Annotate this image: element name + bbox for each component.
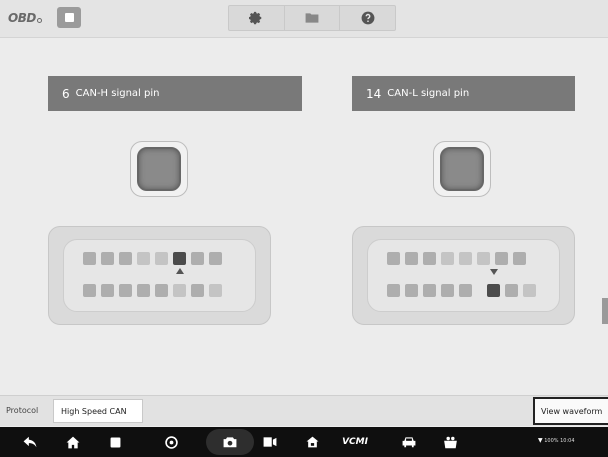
connector-pin (209, 284, 222, 297)
connector-pin (405, 252, 418, 265)
folder-icon (305, 13, 319, 23)
status-indicators: ▼ 100% 10:04 (538, 437, 575, 444)
display-button[interactable] (260, 427, 280, 457)
connector-pin (523, 284, 536, 297)
shop-icon (443, 436, 457, 448)
help-icon (361, 11, 375, 25)
home-button[interactable] (63, 427, 83, 457)
home-icon (66, 436, 80, 448)
connector-pin-active (487, 284, 500, 297)
can-l-connector-diagram (352, 226, 575, 325)
camera-button[interactable] (220, 427, 240, 457)
pin-pointer-icon (490, 269, 498, 275)
folder-button[interactable] (285, 6, 341, 30)
connector-pin (119, 284, 132, 297)
can-h-indicator-lamp (137, 147, 181, 191)
top-bar: OBD (0, 0, 608, 38)
can-h-pin-header: 6 CAN-H signal pin (48, 76, 302, 111)
connector-pin (83, 252, 96, 265)
can-l-pin-label: CAN-L signal pin (387, 88, 470, 99)
can-h-status-indicator (130, 141, 188, 197)
camera-icon (223, 437, 237, 448)
back-button[interactable] (20, 427, 40, 457)
view-waveform-button[interactable]: View waveform (533, 397, 608, 425)
stop-icon (65, 13, 74, 22)
display-icon (263, 437, 277, 447)
connector-pin (423, 252, 436, 265)
connector-pin (387, 284, 400, 297)
car-button[interactable] (399, 427, 419, 457)
obd-screen: OBD 6 CAN-H signal pin 14 CAN-L signal p… (0, 0, 608, 457)
can-h-pin-label: CAN-H signal pin (75, 88, 160, 99)
protocol-value: High Speed CAN (53, 399, 143, 423)
connector-pin (137, 284, 150, 297)
connector-pin (441, 252, 454, 265)
connector-pin (173, 284, 186, 297)
connector-pin (513, 252, 526, 265)
can-l-indicator-lamp (440, 147, 484, 191)
connector-pin (209, 252, 222, 265)
vcmi-button[interactable]: VCMI (340, 427, 370, 457)
obd-connector-body (367, 239, 560, 312)
status-text: 100% 10:04 (544, 438, 575, 444)
connector-pin (459, 252, 472, 265)
shop-button[interactable] (440, 427, 460, 457)
connector-pin (505, 284, 518, 297)
help-button[interactable] (340, 6, 395, 30)
vehicle-home-button[interactable] (302, 427, 322, 457)
vcmi-icon: VCMI (342, 437, 368, 447)
connector-pin (387, 252, 400, 265)
settings-button[interactable] (229, 6, 285, 30)
browser-icon (164, 435, 178, 449)
connector-pin (477, 252, 490, 265)
side-panel-handle[interactable] (602, 298, 608, 324)
protocol-bar: Protocol High Speed CAN View waveform (0, 395, 608, 426)
connector-pin (155, 252, 168, 265)
connector-pin (101, 284, 114, 297)
can-l-status-indicator (433, 141, 491, 197)
connector-pin (191, 252, 204, 265)
system-nav-bar: VCMI ▼ 100% 10:04 (0, 427, 608, 457)
connector-pin (423, 284, 436, 297)
car-icon (402, 437, 416, 448)
obd-connector-body (63, 239, 256, 312)
browser-button[interactable] (161, 427, 181, 457)
connector-pin (83, 284, 96, 297)
protocol-label: Protocol (6, 406, 39, 415)
wifi-icon: ▼ (538, 437, 543, 444)
connector-pin (137, 252, 150, 265)
connector-pin (191, 284, 204, 297)
recent-apps-icon (110, 437, 120, 447)
gear-icon (249, 11, 262, 25)
connector-pin (119, 252, 132, 265)
recent-apps-button[interactable] (105, 427, 125, 457)
stop-button[interactable] (57, 7, 81, 28)
connector-pin (495, 252, 508, 265)
connector-pin (155, 284, 168, 297)
connector-pin (101, 252, 114, 265)
connector-pin-active (173, 252, 186, 265)
obd-logo-icon (36, 18, 42, 23)
back-icon (23, 436, 37, 448)
can-h-pin-number: 6 (62, 86, 70, 101)
obd-logo: OBD (8, 11, 42, 25)
can-l-pin-number: 14 (366, 86, 382, 101)
connector-pin (441, 284, 454, 297)
pin-pointer-icon (176, 268, 184, 274)
toolbar (228, 5, 396, 31)
connector-pin (459, 284, 472, 297)
can-h-connector-diagram (48, 226, 271, 325)
can-l-pin-header: 14 CAN-L signal pin (352, 76, 575, 111)
connector-pin (405, 284, 418, 297)
vehicle-home-icon (306, 436, 318, 448)
